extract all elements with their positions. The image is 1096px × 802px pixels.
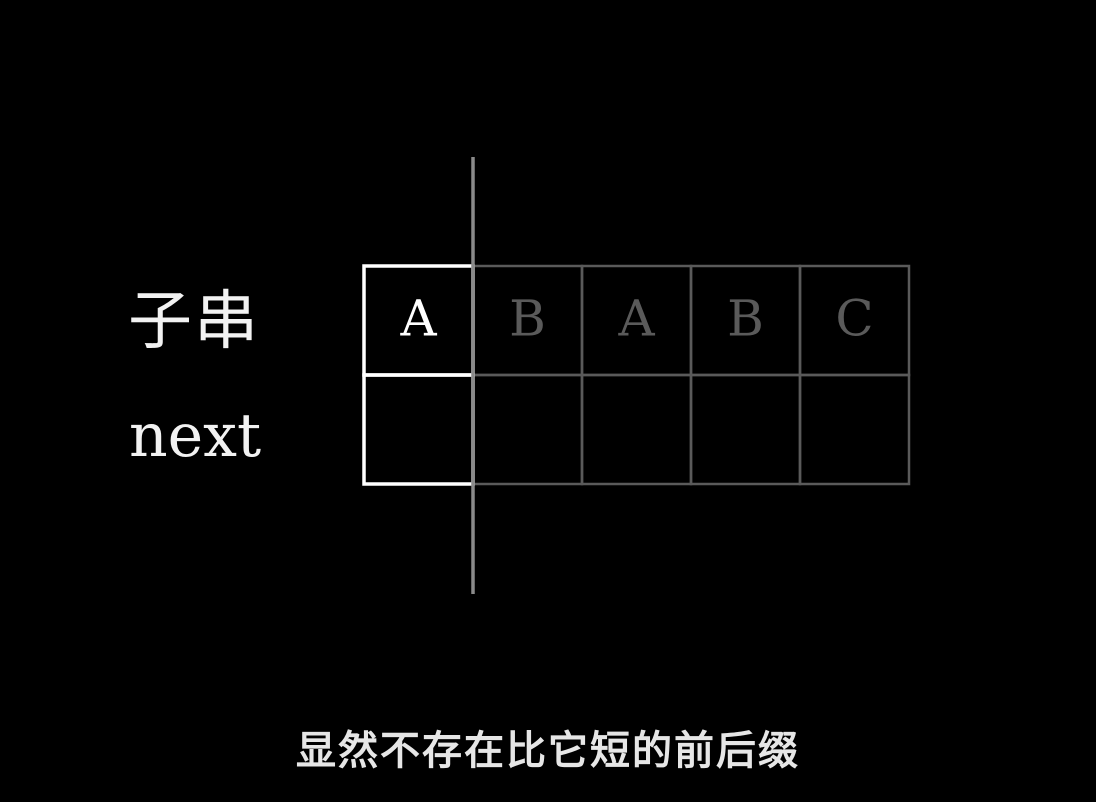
char-text-4: C bbox=[835, 290, 873, 348]
next-cell-2 bbox=[580, 373, 693, 486]
char-text-1: B bbox=[509, 290, 546, 348]
subtitle-caption: 显然不存在比它短的前后缀 bbox=[296, 728, 800, 774]
cell-text-layer: ABABC bbox=[399, 290, 873, 348]
next-cell-4 bbox=[798, 373, 911, 486]
pattern-table: ABABC bbox=[362, 157, 911, 594]
char-text-2: A bbox=[617, 290, 655, 348]
char-text-0: A bbox=[399, 290, 437, 348]
next-cell-0 bbox=[362, 373, 475, 486]
char-text-3: B bbox=[727, 290, 764, 348]
next-cell-1 bbox=[471, 373, 584, 486]
next-cell-3 bbox=[689, 373, 802, 486]
